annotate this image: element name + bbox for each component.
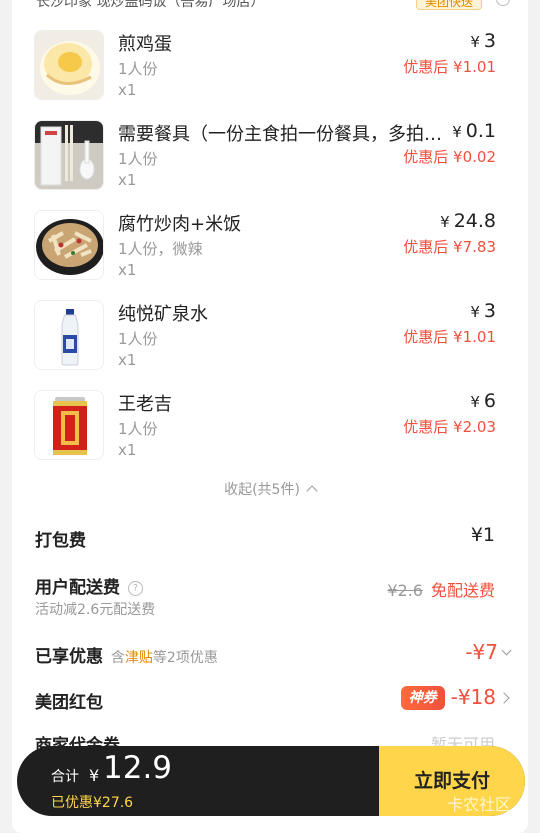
item-price: ¥3 bbox=[470, 30, 496, 52]
enjoyed-discounts-desc: 含津贴等2项优惠 bbox=[111, 650, 218, 666]
chevron-right-icon bbox=[498, 692, 510, 704]
list-item[interactable]: 需要餐具（一份主食拍一份餐具，多拍… 1人份 x1 ¥0.1 优惠后 ¥0.02 bbox=[34, 120, 514, 200]
total-label: 合计 bbox=[51, 769, 79, 785]
delivery-fee-note: 活动减2.6元配送费 bbox=[35, 602, 156, 618]
item-price-value: 6 bbox=[483, 390, 496, 412]
store-name[interactable]: 长沙印象 现炒盖码饭（吾易广场店） bbox=[36, 0, 264, 11]
subsidy-highlight: 津贴 bbox=[124, 650, 153, 666]
item-name: 纯悦矿泉水 bbox=[118, 304, 208, 325]
currency-symbol: ¥ bbox=[470, 33, 480, 51]
list-item[interactable]: 腐竹炒肉+米饭 1人份，微辣 x1 ¥24.8 优惠后 ¥7.83 bbox=[34, 210, 514, 290]
item-discount-price: 优惠后 ¥1.01 bbox=[403, 328, 496, 346]
info-icon[interactable] bbox=[496, 0, 510, 6]
item-price-value: 3 bbox=[483, 30, 496, 52]
item-spec: 1人份 bbox=[118, 150, 158, 168]
packing-fee-value: ¥1 bbox=[470, 524, 495, 546]
item-discount-price: 优惠后 ¥0.02 bbox=[403, 148, 496, 166]
item-quantity: x1 bbox=[118, 81, 137, 99]
item-discount-price: 优惠后 ¥2.03 bbox=[403, 418, 496, 436]
item-name: 煎鸡蛋 bbox=[118, 34, 172, 55]
item-price-value: 3 bbox=[483, 300, 496, 322]
question-icon[interactable]: ? bbox=[128, 581, 143, 596]
item-price-value: 0.1 bbox=[465, 120, 496, 142]
item-spec: 1人份 bbox=[118, 330, 158, 348]
redpack-amount: -¥18 bbox=[450, 685, 496, 709]
item-discount-price: 优惠后 ¥7.83 bbox=[403, 238, 496, 256]
item-spec: 1人份 bbox=[118, 60, 158, 78]
redpack-label: 美团红包 bbox=[35, 693, 103, 713]
list-item[interactable]: 王老吉 1人份 x1 ¥6 优惠后 ¥2.03 bbox=[34, 390, 514, 470]
fast-delivery-badge: 美团快送 bbox=[416, 0, 483, 10]
item-price: ¥24.8 bbox=[440, 210, 496, 232]
currency-symbol: ¥ bbox=[440, 213, 450, 231]
watermark-text: 卡农社区 bbox=[447, 795, 512, 814]
item-price: ¥3 bbox=[470, 300, 496, 322]
delivery-fee-row: 用户配送费? bbox=[35, 573, 143, 598]
chevron-up-icon bbox=[306, 485, 318, 497]
enjoyed-discounts-label: 已享优惠 bbox=[35, 647, 103, 667]
item-quantity: x1 bbox=[118, 261, 137, 279]
enjoyed-discount-amount: -¥7 bbox=[465, 640, 498, 664]
currency-symbol: ¥ bbox=[470, 393, 480, 411]
item-price: ¥0.1 bbox=[452, 120, 496, 142]
order-card: 长沙印象 现炒盖码饭（吾易广场店） 美团快送 煎鸡蛋 1人份 x1 ¥3 优惠后… bbox=[12, 0, 528, 833]
total-currency: ¥ bbox=[89, 766, 100, 785]
redpack-value[interactable]: 神券 -¥18 bbox=[400, 685, 510, 710]
item-quantity: x1 bbox=[118, 351, 137, 369]
currency-symbol: ¥ bbox=[452, 123, 462, 141]
item-thumbnail-yuba-pork bbox=[34, 210, 104, 280]
item-discount-price: 优惠后 ¥1.01 bbox=[403, 58, 496, 76]
collapse-items-button[interactable]: 收起(共5件) bbox=[12, 479, 528, 499]
total-saved: 已优惠¥27.6 bbox=[51, 795, 134, 811]
item-thumbnail-mineral-water bbox=[34, 300, 104, 370]
item-price: ¥6 bbox=[470, 390, 496, 412]
item-name: 腐竹炒肉+米饭 bbox=[118, 214, 242, 235]
item-quantity: x1 bbox=[118, 171, 137, 189]
item-thumbnail-utensils bbox=[34, 120, 104, 190]
desc-suffix: 等2项优惠 bbox=[152, 650, 218, 666]
delivery-fee-label: 用户配送费 bbox=[35, 578, 120, 598]
item-thumbnail-fried-egg bbox=[34, 30, 104, 100]
total-amount: 12.9 bbox=[103, 750, 173, 786]
packing-fee-label: 打包费 bbox=[35, 531, 86, 551]
delivery-fee-value: ¥2.6 免配送费 bbox=[387, 577, 495, 601]
item-quantity: x1 bbox=[118, 441, 137, 459]
enjoyed-discounts-value[interactable]: -¥7 bbox=[465, 640, 512, 664]
chevron-down-icon bbox=[501, 645, 512, 656]
super-coupon-badge: 神券 bbox=[400, 686, 445, 710]
delivery-original-price: ¥2.6 bbox=[387, 581, 423, 600]
list-item[interactable]: 煎鸡蛋 1人份 x1 ¥3 优惠后 ¥1.01 bbox=[34, 30, 514, 110]
item-thumbnail-wanglaoji bbox=[34, 390, 104, 460]
desc-prefix: 含 bbox=[110, 650, 125, 666]
currency-symbol: ¥ bbox=[470, 303, 480, 321]
enjoyed-discounts-row[interactable]: 已享优惠 含津贴等2项优惠 bbox=[35, 642, 218, 667]
list-item[interactable]: 纯悦矿泉水 1人份 x1 ¥3 优惠后 ¥1.01 bbox=[34, 300, 514, 380]
item-spec: 1人份 bbox=[118, 420, 158, 438]
free-delivery-label: 免配送费 bbox=[430, 581, 495, 600]
item-name: 需要餐具（一份主食拍一份餐具，多拍… bbox=[118, 124, 442, 145]
item-name: 王老吉 bbox=[118, 394, 172, 415]
item-price-value: 24.8 bbox=[453, 210, 496, 232]
item-spec: 1人份，微辣 bbox=[118, 240, 203, 258]
collapse-label: 收起(共5件) bbox=[224, 482, 300, 498]
